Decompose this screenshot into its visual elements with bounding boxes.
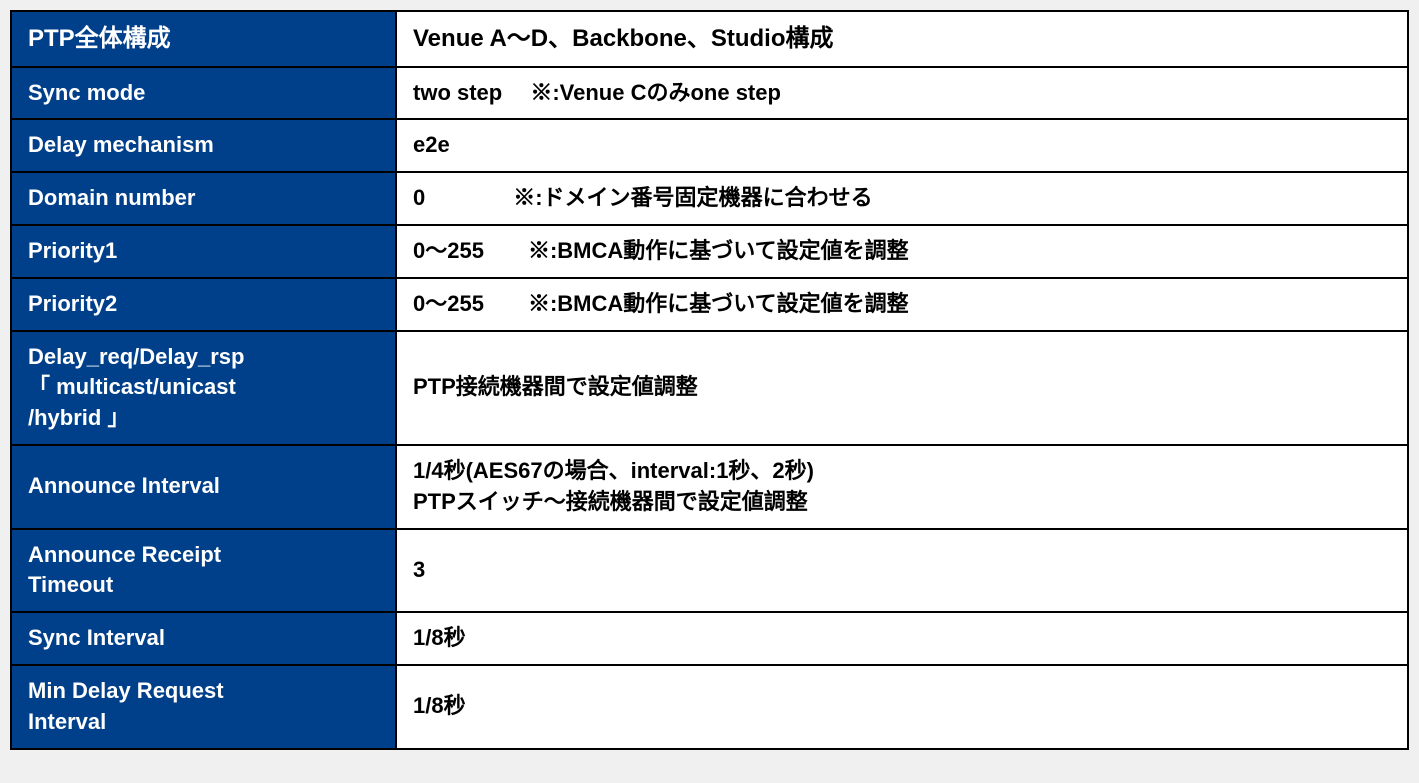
table-row: Domain number0 ※:ドメイン番号固定機器に合わせる [11, 172, 1408, 225]
label-cell-delay-req-rsp: Delay_req/Delay_rsp「 multicast/unicast /… [11, 331, 396, 445]
value-cell-delay-req-rsp: PTP接続機器間で設定値調整 [396, 331, 1408, 445]
value-cell-announce-receipt-timeout: 3 [396, 529, 1408, 613]
label-cell-ptp-overall: PTP全体構成 [11, 11, 396, 67]
value-cell-priority1: 0～255 ※:BMCA動作に基づいて設定値を調整 [396, 225, 1408, 278]
table-wrapper: PTP全体構成Venue A～D、Backbone、Studio構成Sync m… [10, 10, 1409, 750]
table-row: Sync modetwo step ※:Venue Cのみone step [11, 67, 1408, 120]
value-cell-ptp-overall: Venue A～D、Backbone、Studio構成 [396, 11, 1408, 67]
ptp-config-table: PTP全体構成Venue A～D、Backbone、Studio構成Sync m… [10, 10, 1409, 750]
value-cell-priority2: 0～255 ※:BMCA動作に基づいて設定値を調整 [396, 278, 1408, 331]
table-row: PTP全体構成Venue A～D、Backbone、Studio構成 [11, 11, 1408, 67]
value-cell-min-delay-request-interval: 1/8秒 [396, 665, 1408, 749]
value-cell-domain-number: 0 ※:ドメイン番号固定機器に合わせる [396, 172, 1408, 225]
value-cell-sync-interval: 1/8秒 [396, 612, 1408, 665]
label-cell-domain-number: Domain number [11, 172, 396, 225]
table-row: Min Delay RequestInterval1/8秒 [11, 665, 1408, 749]
table-row: Delay_req/Delay_rsp「 multicast/unicast /… [11, 331, 1408, 445]
table-row: Announce Interval1/4秒(AES67の場合、interval:… [11, 445, 1408, 529]
value-cell-announce-interval: 1/4秒(AES67の場合、interval:1秒、2秒)PTPスイッチ～接続機… [396, 445, 1408, 529]
label-cell-sync-mode: Sync mode [11, 67, 396, 120]
label-cell-announce-interval: Announce Interval [11, 445, 396, 529]
table-row: Delay mechanisme2e [11, 119, 1408, 172]
label-cell-min-delay-request-interval: Min Delay RequestInterval [11, 665, 396, 749]
label-cell-sync-interval: Sync Interval [11, 612, 396, 665]
label-cell-priority2: Priority2 [11, 278, 396, 331]
table-row: Priority20～255 ※:BMCA動作に基づいて設定値を調整 [11, 278, 1408, 331]
table-row: Sync Interval1/8秒 [11, 612, 1408, 665]
table-row: Priority10～255 ※:BMCA動作に基づいて設定値を調整 [11, 225, 1408, 278]
table-row: Announce ReceiptTimeout3 [11, 529, 1408, 613]
label-cell-announce-receipt-timeout: Announce ReceiptTimeout [11, 529, 396, 613]
label-cell-delay-mechanism: Delay mechanism [11, 119, 396, 172]
value-cell-delay-mechanism: e2e [396, 119, 1408, 172]
label-cell-priority1: Priority1 [11, 225, 396, 278]
value-cell-sync-mode: two step ※:Venue Cのみone step [396, 67, 1408, 120]
